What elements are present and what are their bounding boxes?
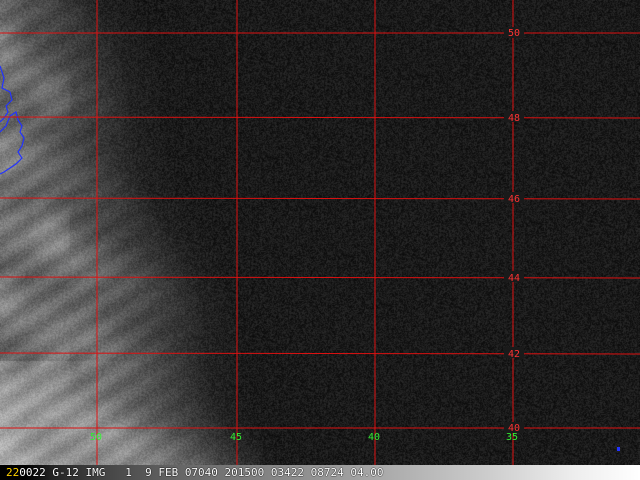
latitude-line-48 — [0, 116, 640, 119]
latitude-label-50: 50 — [508, 28, 520, 39]
marker-dot — [617, 447, 620, 451]
latitude-label-44: 44 — [508, 273, 520, 284]
map-overlay: 50 48 46 44 42 40 50 45 40 35 — [0, 0, 640, 465]
status-text: 220022 G-12 IMG 1 9 FEB 07040 201500 034… — [0, 465, 384, 480]
latitude-line-46 — [0, 197, 640, 200]
satellite-image-viewer: 50 48 46 44 42 40 50 45 40 35 220022 G-1… — [0, 0, 640, 480]
coastline — [0, 65, 13, 123]
longitude-label-35: 35 — [506, 432, 518, 443]
longitude-label-40: 40 — [368, 432, 380, 443]
longitude-label-50: 50 — [90, 432, 102, 443]
latitude-line-42 — [0, 352, 640, 355]
latitude-label-46: 46 — [508, 194, 520, 205]
latitude-line-44 — [0, 276, 640, 279]
status-bar: 220022 G-12 IMG 1 9 FEB 07040 201500 034… — [0, 465, 640, 480]
frame-number: 22 — [6, 466, 20, 479]
image-metadata: 0022 G-12 IMG 1 9 FEB 07040 201500 03422… — [19, 466, 384, 479]
coastline-island — [0, 111, 25, 175]
latitude-label-42: 42 — [508, 349, 520, 360]
longitude-label-45: 45 — [230, 432, 242, 443]
latitude-label-48: 48 — [508, 113, 520, 124]
